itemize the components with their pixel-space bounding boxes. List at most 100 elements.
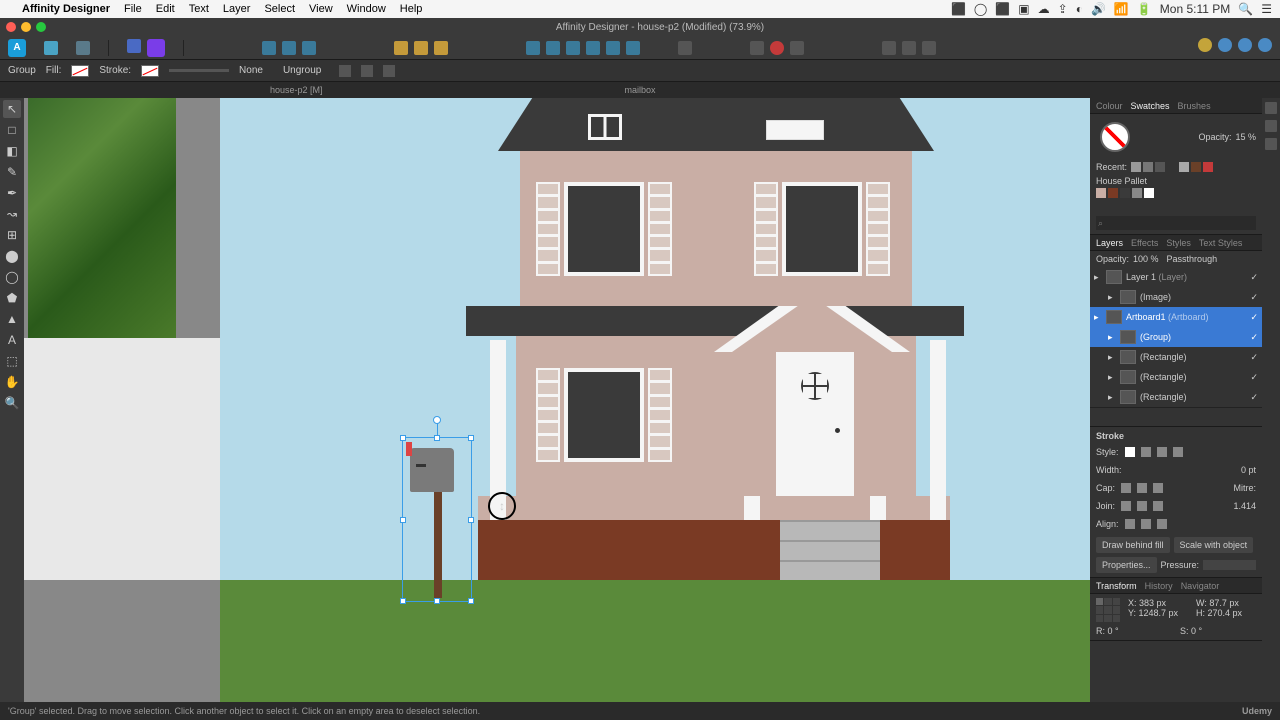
delete-layer-icon[interactable] <box>1246 412 1256 422</box>
layer-action-icon[interactable] <box>1110 412 1120 422</box>
battery-icon[interactable]: 🔋 <box>1137 2 1152 16</box>
pixel-persona-icon[interactable] <box>44 41 58 55</box>
align-icon[interactable] <box>626 41 640 55</box>
snap-icon[interactable] <box>282 41 296 55</box>
move-tool[interactable]: ↖ <box>3 100 21 118</box>
cap-option[interactable] <box>1121 483 1131 493</box>
arrange-icon[interactable] <box>414 41 428 55</box>
join-option[interactable] <box>1121 501 1131 511</box>
menu-item[interactable]: Window <box>347 3 386 15</box>
opacity-value[interactable]: 15 % <box>1235 132 1256 142</box>
layer-row[interactable]: ▸(Group) ✓ <box>1090 327 1262 347</box>
x-value[interactable]: X: 383 px <box>1128 598 1188 608</box>
artboard[interactable] <box>220 98 1090 702</box>
stroke-style-option[interactable] <box>1125 447 1135 457</box>
shape-icon[interactable] <box>127 39 141 53</box>
resize-handle[interactable] <box>400 598 406 604</box>
transform-origin-icon[interactable] <box>339 65 351 77</box>
status-icon[interactable]: ☁ <box>1038 2 1050 16</box>
status-icon[interactable]: ▣ <box>1018 2 1029 16</box>
resize-handle[interactable] <box>434 435 440 441</box>
cap-option[interactable] <box>1153 483 1163 493</box>
align-option[interactable] <box>1157 519 1167 529</box>
triangle-tool[interactable]: ▲ <box>3 310 21 328</box>
layer-action-icon[interactable] <box>1124 412 1134 422</box>
resize-handle[interactable] <box>468 517 474 523</box>
menu-item[interactable]: Affinity Designer <box>22 3 110 15</box>
distribute-icon[interactable] <box>678 41 692 55</box>
rotation-handle[interactable] <box>433 416 441 424</box>
layer-row[interactable]: ▸(Image) ✓ <box>1090 287 1262 307</box>
transform-icon[interactable] <box>361 65 373 77</box>
tab-effects[interactable]: Effects <box>1131 238 1158 248</box>
status-icon[interactable]: 🔊 <box>1091 2 1106 16</box>
resize-handle[interactable] <box>434 598 440 604</box>
insert-icon[interactable] <box>750 41 764 55</box>
resize-handle[interactable] <box>400 517 406 523</box>
tab-brushes[interactable]: Brushes <box>1178 101 1211 111</box>
arrange-icon[interactable] <box>434 41 448 55</box>
join-option[interactable] <box>1137 501 1147 511</box>
brush-tool[interactable]: ↝ <box>3 205 21 223</box>
tab-transform[interactable]: Transform <box>1096 581 1137 591</box>
close-button[interactable] <box>6 22 16 32</box>
rail-icon[interactable] <box>1265 102 1277 114</box>
pressure-curve[interactable] <box>1203 560 1256 570</box>
add-layer-icon[interactable] <box>1232 412 1242 422</box>
layer-row[interactable]: ▸Artboard1 (Artboard)✓ <box>1090 307 1262 327</box>
layer-opacity-value[interactable]: 100 % <box>1133 254 1159 264</box>
layer-row[interactable]: ▸(Rectangle) ✓ <box>1090 367 1262 387</box>
join-option[interactable] <box>1153 501 1163 511</box>
stroke-style-option[interactable] <box>1157 447 1167 457</box>
align-option[interactable] <box>1141 519 1151 529</box>
align-icon[interactable] <box>586 41 600 55</box>
tab-swatches[interactable]: Swatches <box>1131 101 1170 111</box>
layer-row[interactable]: ▸Layer 1 (Layer)✓ <box>1090 267 1262 287</box>
node-tool[interactable]: ◧ <box>3 142 21 160</box>
transform-icon[interactable] <box>383 65 395 77</box>
group-button[interactable]: Group <box>8 65 36 76</box>
scale-toggle[interactable]: Scale with object <box>1174 537 1254 553</box>
document-tab[interactable]: house-p2 [M] <box>270 85 323 95</box>
tab-text-styles[interactable]: Text Styles <box>1199 238 1243 248</box>
view-mode-icon[interactable] <box>1258 38 1272 52</box>
blend-mode-dropdown[interactable]: Passthrough <box>1167 254 1218 264</box>
palette-dropdown[interactable]: House Pallet <box>1096 176 1147 186</box>
menu-item[interactable]: Text <box>189 3 209 15</box>
pen-tool[interactable]: ✎ <box>3 163 21 181</box>
y-value[interactable]: Y: 1248.7 px <box>1128 608 1188 618</box>
arrange-icon[interactable] <box>394 41 408 55</box>
mitre-value[interactable]: 1.414 <box>1233 501 1256 511</box>
align-icon[interactable] <box>606 41 620 55</box>
rounded-rect-tool[interactable]: ⬟ <box>3 289 21 307</box>
resize-handle[interactable] <box>468 435 474 441</box>
align-icon[interactable] <box>566 41 580 55</box>
fill-tool[interactable]: ⊞ <box>3 226 21 244</box>
stroke-style-option[interactable] <box>1173 447 1183 457</box>
draw-behind-toggle[interactable]: Draw behind fill <box>1096 537 1170 553</box>
tab-colour[interactable]: Colour <box>1096 101 1123 111</box>
menu-item[interactable]: View <box>309 3 333 15</box>
menu-item[interactable]: Select <box>264 3 295 15</box>
stroke-style-option[interactable] <box>1141 447 1151 457</box>
align-icon[interactable] <box>546 41 560 55</box>
rail-icon[interactable] <box>1265 138 1277 150</box>
artboard-tool[interactable]: □ <box>3 121 21 139</box>
status-icon[interactable]: ⬛ <box>995 2 1010 16</box>
menu-item[interactable]: Layer <box>223 3 251 15</box>
reference-image[interactable] <box>28 98 176 338</box>
view-mode-icon[interactable] <box>1218 38 1232 52</box>
resize-handle[interactable] <box>400 435 406 441</box>
rectangle-tool[interactable]: ⬤ <box>3 247 21 265</box>
view-mode-icon[interactable] <box>1198 38 1212 52</box>
compound-icon[interactable] <box>882 41 896 55</box>
tab-navigator[interactable]: Navigator <box>1181 581 1220 591</box>
stroke-swatch[interactable] <box>141 65 159 77</box>
view-mode-icon[interactable] <box>1238 38 1252 52</box>
minimize-button[interactable] <box>21 22 31 32</box>
canvas[interactable] <box>24 98 1090 702</box>
layer-action-icon[interactable] <box>1096 412 1106 422</box>
maximize-button[interactable] <box>36 22 46 32</box>
anchor-widget[interactable] <box>1096 598 1120 622</box>
compound-icon[interactable] <box>922 41 936 55</box>
